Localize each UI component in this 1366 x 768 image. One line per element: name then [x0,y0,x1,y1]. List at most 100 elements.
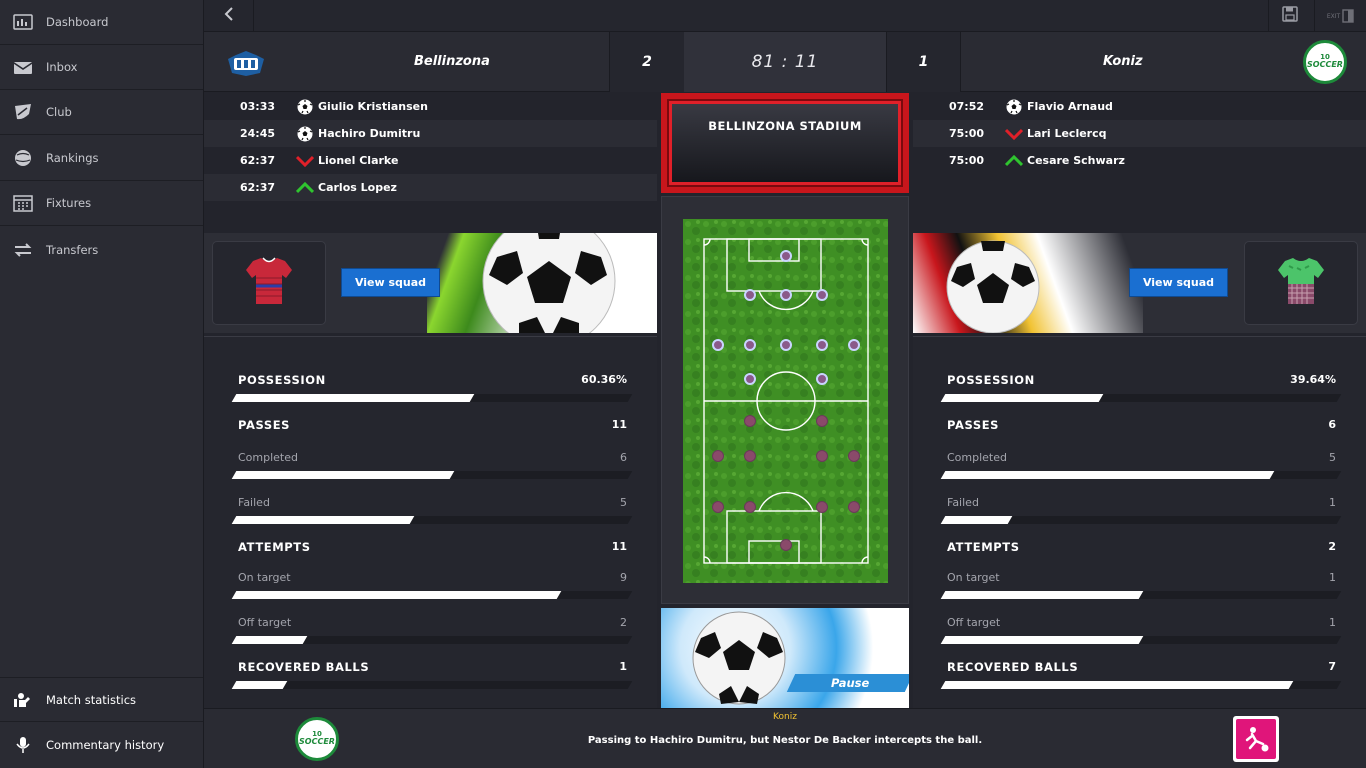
substitution-in-icon [294,179,316,197]
match-clock: 81 : 11 [684,32,886,92]
away-score: 1 [886,32,961,92]
event-player: Giulio Kristiansen [318,100,428,113]
sidebar-item-inbox[interactable]: Inbox [0,45,203,90]
attempts-value: 2 [1328,540,1336,553]
home-player-marker [816,289,828,301]
home-player-marker [816,339,828,351]
away-squad-banner: View squad [913,233,1366,333]
possession-value: 39.64% [1290,373,1336,386]
home-shirt-icon [245,256,293,310]
soccer-ball-icon [294,125,316,143]
score-bar: Bellinzona 2 81 : 11 1 Koniz 10 SOCCER [204,32,1366,92]
inbox-icon [12,58,34,76]
top-bar: EXIT [204,0,1366,32]
event-row: 03:33 Giulio Kristiansen [204,93,657,120]
away-player-marker [848,501,860,513]
failed-value: 1 [1329,496,1336,509]
on-target-value: 1 [1329,571,1336,584]
sidebar-item-club[interactable]: Club [0,90,203,135]
back-button[interactable] [204,0,254,32]
completed-label: Completed [238,451,298,464]
home-view-squad-button[interactable]: View squad [341,268,440,297]
event-row: 75:00 Cesare Schwarz [913,147,1366,174]
passes-value: 6 [1328,418,1336,431]
stadium-banner: BELLINZONA STADIUM [661,93,909,193]
failed-bar [940,516,1342,524]
home-player-marker [780,289,792,301]
home-player-marker [816,373,828,385]
sidebar-item-transfers[interactable]: Transfers [0,227,203,272]
event-time: 75:00 [949,154,985,167]
exit-label: EXIT [1326,12,1341,20]
failed-bar-fill [231,516,415,524]
failed-label: Failed [947,496,979,509]
soccer-ball-icon [1003,98,1025,116]
sidebar-item-rankings[interactable]: Rankings [0,136,203,181]
away-player-marker [780,539,792,551]
attempts-label: ATTEMPTS [238,540,311,554]
home-player-marker [744,339,756,351]
away-view-squad-button[interactable]: View squad [1129,268,1228,297]
sidebar-item-label: Fixtures [46,196,92,210]
completed-bar-fill [940,471,1274,479]
sidebar-item-dashboard[interactable]: Dashboard [0,0,203,45]
exit-button[interactable]: EXIT [1314,0,1366,32]
microphone-icon [12,736,34,754]
away-events-list: 07:52 Flavio Arnaud 75:00 Lari Leclercq … [913,93,1366,233]
home-events-list: 03:33 Giulio Kristiansen 24:45 Hachiro D… [204,93,657,233]
sidebar-item-fixtures[interactable]: Fixtures [0,181,203,226]
home-player-marker [780,250,792,262]
commentary-team: Koniz [773,712,797,722]
pitch [683,219,888,583]
away-player-marker [744,415,756,427]
substitution-out-icon [1003,125,1025,143]
sidebar-item-commentary-history[interactable]: Commentary history [0,722,203,767]
players-layer [683,219,888,583]
sidebar: Dashboard Inbox Club Rankings Fixtures T… [0,0,204,768]
event-time: 62:37 [240,181,276,194]
failed-label: Failed [238,496,270,509]
soccer-ball-graphic [691,610,787,706]
event-player: Hachiro Dumitru [318,127,421,140]
away-player-marker [744,450,756,462]
passes-label: PASSES [947,418,1000,432]
recovered-balls-label: RECOVERED BALLS [238,660,370,674]
transfers-icon [12,241,34,259]
recovered-balls-bar-fill [231,681,288,689]
home-team-logo [226,49,266,77]
sidebar-item-label: Match statistics [46,692,137,707]
sidebar-item-match-statistics[interactable]: Match statistics [0,677,203,722]
pause-button[interactable]: Pause [786,674,909,692]
away-team-logo: 10 SOCCER [1303,40,1347,84]
match-screen: Dashboard Inbox Club Rankings Fixtures T… [0,0,1366,768]
event-row: 75:00 Lari Leclercq [913,120,1366,147]
completed-value: 6 [620,451,627,464]
recovered-balls-bar [231,681,633,689]
substitution-in-icon [1003,152,1025,170]
commentary-bar: 10 SOCCER Koniz Passing to Hachiro Dumit… [204,708,1366,768]
sidebar-item-label: Rankings [46,151,99,165]
possession-bar [231,394,633,402]
event-player: Lionel Clarke [318,154,399,167]
off-target-label: Off target [947,616,1001,629]
possession-bar-fill [940,394,1104,402]
attempts-label: ATTEMPTS [947,540,1020,554]
dashboard-icon [12,13,34,31]
save-button[interactable] [1268,0,1310,32]
home-player-marker [848,339,860,351]
club-icon [12,103,34,121]
possession-value: 60.36% [581,373,627,386]
event-player: Flavio Arnaud [1027,100,1113,113]
away-player-marker [712,450,724,462]
completed-bar [940,471,1342,479]
pitch-panel [661,196,909,604]
possession-label: POSSESSION [238,373,326,387]
on-target-label: On target [947,571,1000,584]
on-target-bar [231,591,633,599]
failed-bar-fill [940,516,1013,524]
recovered-balls-bar [940,681,1342,689]
event-time: 75:00 [949,127,985,140]
pause-banner[interactable]: Pause [661,608,909,708]
event-row: 62:37 Carlos Lopez [204,174,657,201]
event-row: 07:52 Flavio Arnaud [913,93,1366,120]
